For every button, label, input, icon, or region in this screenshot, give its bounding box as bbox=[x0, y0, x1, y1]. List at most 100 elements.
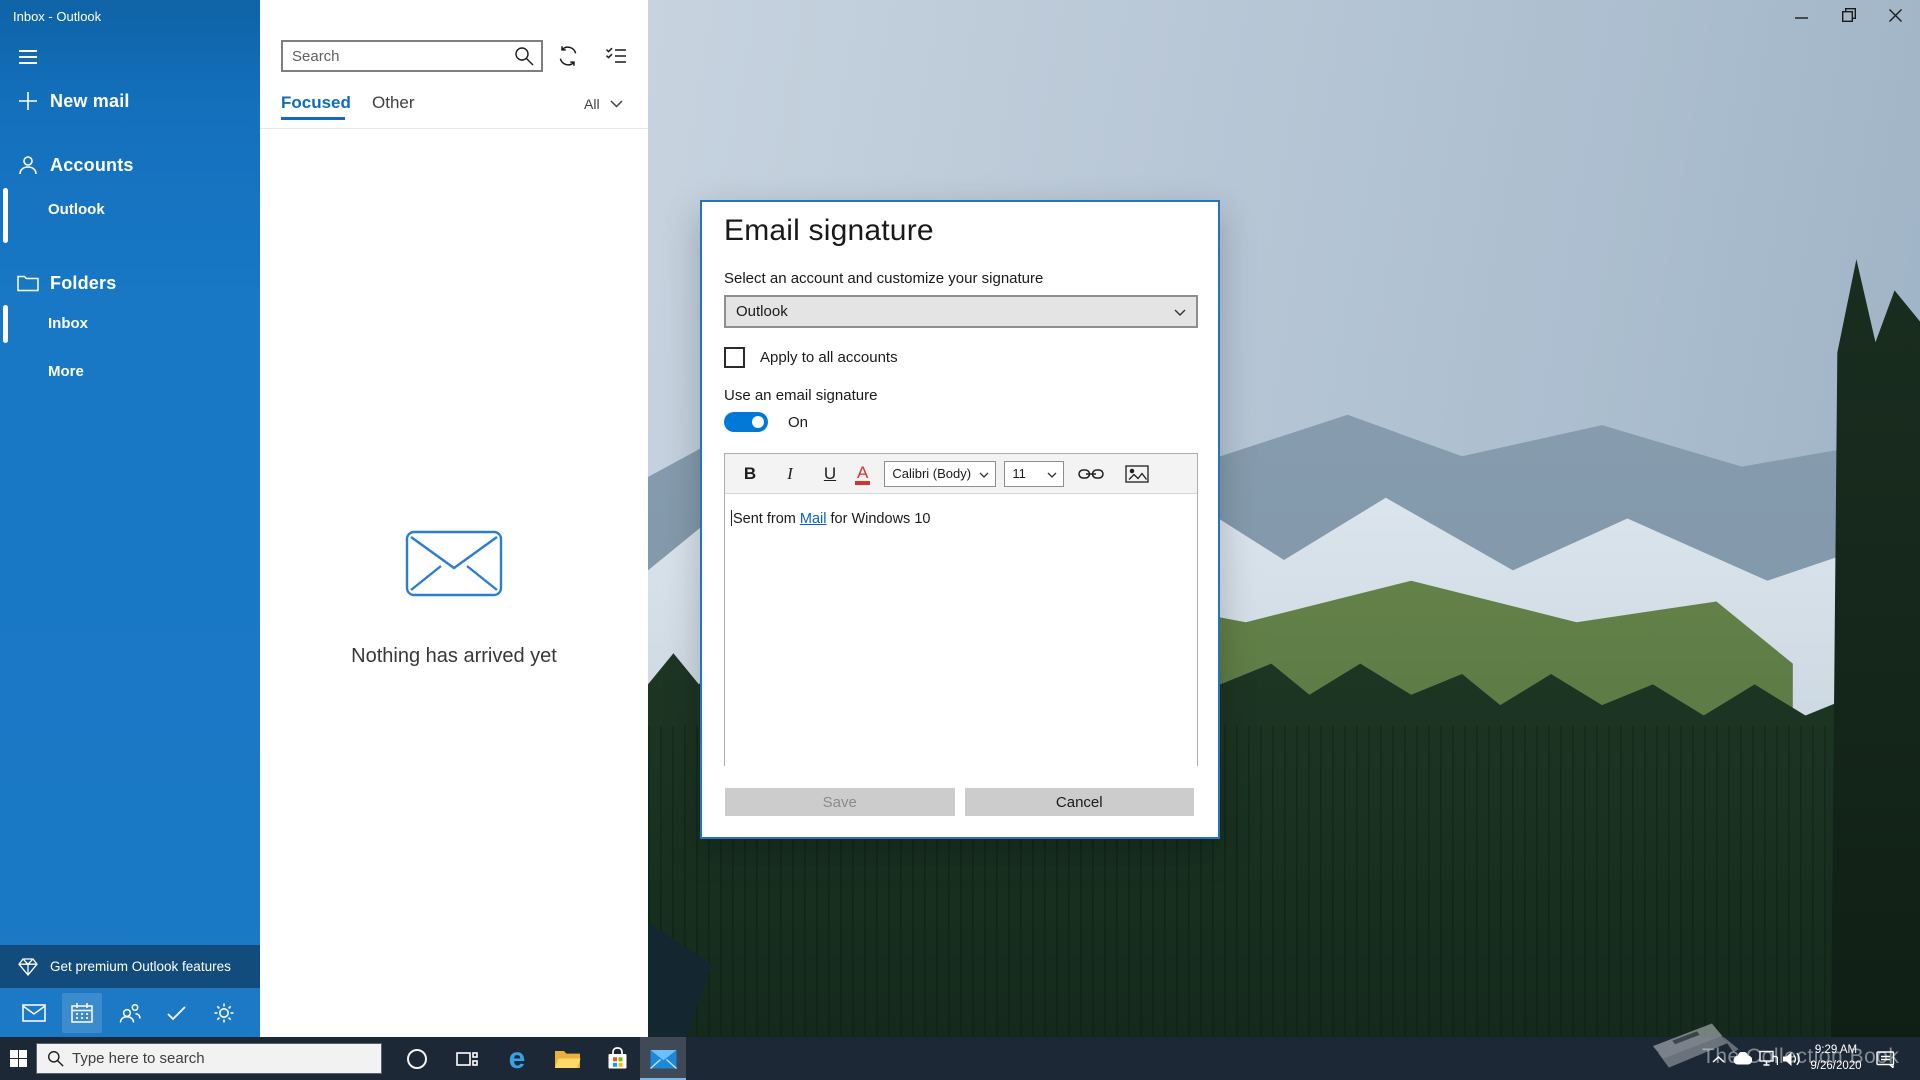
new-mail-label: New mail bbox=[50, 91, 130, 112]
selection-indicator bbox=[3, 188, 8, 243]
action-center-icon bbox=[1876, 1050, 1895, 1068]
close-button[interactable] bbox=[1872, 0, 1919, 30]
minimize-icon bbox=[1795, 9, 1808, 22]
network-tray-button[interactable] bbox=[1756, 1037, 1781, 1080]
file-explorer-button[interactable] bbox=[544, 1037, 590, 1080]
mail-app-button[interactable] bbox=[640, 1037, 686, 1080]
desktop: Inbox - Outlook New mail Accounts Outloo… bbox=[0, 0, 1920, 1080]
search-icon bbox=[47, 1050, 64, 1067]
store-button[interactable] bbox=[594, 1037, 640, 1080]
accounts-header[interactable]: Accounts bbox=[0, 148, 260, 182]
use-signature-label: Use an email signature bbox=[724, 387, 877, 404]
hamburger-icon bbox=[16, 49, 40, 65]
signature-text-area[interactable]: Sent from Mail for Windows 10 bbox=[725, 494, 1197, 766]
account-select[interactable]: Outlook bbox=[724, 295, 1198, 328]
sidebar-item-inbox[interactable]: Inbox bbox=[0, 305, 260, 341]
filter-dropdown[interactable]: All bbox=[584, 96, 623, 112]
dialog-buttons: Save Cancel bbox=[725, 788, 1194, 816]
folder-label: More bbox=[48, 363, 84, 380]
multiselect-icon bbox=[605, 46, 627, 66]
tab-focused[interactable]: Focused bbox=[281, 93, 351, 113]
message-list-pane: Focused Other All Nothing has arrived ye… bbox=[260, 0, 648, 1037]
link-icon bbox=[1078, 466, 1104, 482]
sync-button[interactable] bbox=[553, 41, 583, 71]
account-label: Outlook bbox=[48, 201, 105, 218]
mail-search-box[interactable] bbox=[281, 40, 543, 72]
folders-header[interactable]: Folders bbox=[0, 266, 260, 300]
image-icon bbox=[1125, 465, 1149, 483]
taskbar: The Collection Book e bbox=[0, 1037, 1920, 1080]
tray-caret-button[interactable] bbox=[1706, 1037, 1730, 1080]
action-center-button[interactable] bbox=[1870, 1037, 1900, 1080]
chevron-down-icon bbox=[977, 466, 989, 481]
toggle-knob bbox=[752, 416, 764, 428]
bottom-nav-row bbox=[0, 988, 260, 1037]
taskbar-search-input[interactable] bbox=[64, 1050, 381, 1067]
restore-button[interactable] bbox=[1825, 0, 1872, 30]
clock-time: 9:29 AM bbox=[1815, 1043, 1857, 1059]
taskbar-search-box[interactable] bbox=[36, 1043, 382, 1074]
toggle-state-label: On bbox=[788, 414, 808, 431]
calendar-icon bbox=[71, 1002, 93, 1023]
signature-mail-link[interactable]: Mail bbox=[800, 511, 827, 527]
task-view-icon bbox=[456, 1049, 478, 1069]
text-caret bbox=[731, 510, 732, 526]
font-name-select[interactable]: Calibri (Body) bbox=[884, 461, 996, 487]
list-divider bbox=[260, 128, 648, 129]
settings-gear-icon bbox=[213, 1002, 235, 1024]
chevron-down-icon bbox=[1174, 303, 1186, 320]
cancel-button[interactable]: Cancel bbox=[965, 788, 1195, 816]
taskbar-clock[interactable]: 9:29 AM 9/26/2020 bbox=[1806, 1037, 1866, 1080]
bold-button[interactable]: B bbox=[733, 457, 767, 491]
account-select-value: Outlook bbox=[736, 303, 788, 320]
chevron-down-icon bbox=[1045, 466, 1057, 481]
minimize-button[interactable] bbox=[1778, 0, 1825, 30]
nav-todo-button[interactable] bbox=[157, 993, 197, 1033]
filter-dropdown-value: All bbox=[584, 96, 600, 112]
restore-icon bbox=[1842, 8, 1856, 22]
new-mail-button[interactable]: New mail bbox=[0, 84, 260, 118]
font-size-select[interactable]: 11 bbox=[1004, 461, 1064, 487]
task-view-button[interactable] bbox=[444, 1037, 490, 1080]
todo-check-icon bbox=[166, 1005, 187, 1021]
hamburger-menu-button[interactable] bbox=[0, 40, 260, 74]
signature-toggle[interactable] bbox=[724, 412, 768, 432]
save-button[interactable]: Save bbox=[725, 788, 955, 816]
insert-image-button[interactable] bbox=[1120, 457, 1154, 491]
signature-editor: B I U A Calibri (Body) 11 bbox=[724, 453, 1198, 766]
nav-settings-button[interactable] bbox=[204, 993, 244, 1033]
premium-banner[interactable]: Get premium Outlook features bbox=[0, 945, 260, 988]
sync-icon bbox=[557, 45, 579, 67]
email-signature-dialog: Email signature Select an account and cu… bbox=[700, 200, 1220, 839]
premium-banner-label: Get premium Outlook features bbox=[50, 959, 231, 974]
gem-icon bbox=[16, 958, 40, 976]
formatting-toolbar: B I U A Calibri (Body) 11 bbox=[725, 454, 1197, 494]
apply-all-label[interactable]: Apply to all accounts bbox=[760, 349, 898, 366]
apply-all-checkbox[interactable] bbox=[724, 347, 745, 368]
tab-other[interactable]: Other bbox=[372, 93, 415, 113]
insert-link-button[interactable] bbox=[1074, 457, 1108, 491]
search-icon bbox=[513, 46, 535, 66]
nav-mail-button[interactable] bbox=[14, 993, 54, 1033]
sidebar-item-outlook-account[interactable]: Outlook bbox=[0, 191, 260, 227]
sidebar-item-more[interactable]: More bbox=[0, 353, 260, 389]
font-color-button[interactable]: A bbox=[855, 462, 870, 485]
tray-caret-icon bbox=[1712, 1055, 1725, 1063]
onedrive-tray-button[interactable] bbox=[1730, 1037, 1755, 1080]
store-icon bbox=[606, 1047, 629, 1070]
plus-icon bbox=[16, 91, 40, 111]
mail-search-input[interactable] bbox=[283, 48, 513, 65]
volume-tray-button[interactable] bbox=[1779, 1037, 1805, 1080]
nav-calendar-button[interactable] bbox=[62, 993, 102, 1033]
cortana-button[interactable] bbox=[394, 1037, 440, 1080]
nav-people-button[interactable] bbox=[109, 993, 149, 1033]
edge-button[interactable]: e bbox=[494, 1037, 540, 1080]
mail-icon bbox=[22, 1004, 46, 1022]
start-button[interactable] bbox=[0, 1037, 36, 1080]
people-icon bbox=[118, 1003, 141, 1023]
underline-button[interactable]: U bbox=[813, 457, 847, 491]
person-icon bbox=[16, 154, 40, 176]
italic-button[interactable]: I bbox=[773, 457, 807, 491]
selection-mode-button[interactable] bbox=[601, 41, 631, 71]
dialog-subtitle: Select an account and customize your sig… bbox=[724, 270, 1043, 287]
